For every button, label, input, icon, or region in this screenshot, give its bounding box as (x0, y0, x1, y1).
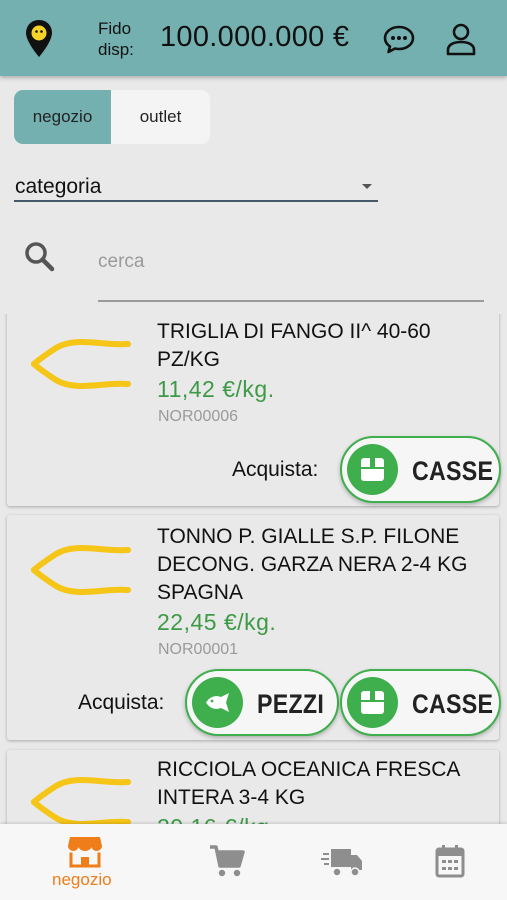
nav-item-cart[interactable] (200, 824, 260, 900)
fish-icon (31, 777, 131, 824)
chat-icon[interactable] (382, 22, 416, 56)
shop-tabs: negozio outlet (14, 90, 210, 144)
chevron-down-icon (362, 184, 372, 189)
credit-amount: 100.000.000 € (160, 21, 350, 53)
box-icon-circle (347, 677, 398, 728)
product-code: NOR00001 (158, 641, 239, 658)
product-card: TRIGLIA DI FANGO II^ 40-60 PZ/KG 11,42 €… (7, 314, 501, 506)
fish-icon (31, 545, 131, 595)
nav-item-delivery[interactable] (315, 824, 375, 900)
search-input[interactable] (98, 244, 484, 280)
product-card: TONNO P. GIALLE S.P. FILONE DECONG. GARZ… (7, 515, 501, 740)
delivery-truck-icon (321, 849, 362, 877)
product-card: RICCIOLA OCEANICA FRESCA INTERA 3-4 KG 2… (7, 750, 499, 824)
nav-item-negozio[interactable]: negozio (40, 824, 130, 900)
search-field (98, 244, 484, 302)
credit-label: Fido disp: (98, 18, 134, 60)
location-pin-logo-icon (26, 20, 52, 57)
calendar-icon (435, 845, 465, 878)
credit-label-line2: disp: (98, 40, 134, 59)
category-select[interactable]: categoria (14, 172, 378, 202)
buy-casse-label: CASSE (412, 456, 494, 486)
buy-label: Acquista: (232, 458, 319, 481)
product-price: 20,16 €/kg. (157, 814, 276, 824)
box-icon (361, 691, 384, 714)
nav-item-calendar[interactable] (425, 824, 485, 900)
buy-label: Acquista: (78, 691, 165, 714)
buy-pezzi-button[interactable]: PEZZI (185, 669, 339, 736)
credit-label-line1: Fido (98, 19, 132, 38)
user-icon[interactable] (444, 22, 478, 56)
fish-icon (206, 693, 229, 712)
product-code: NOR00006 (158, 408, 239, 425)
product-name: RICCIOLA OCEANICA FRESCA INTERA 3-4 KG (157, 758, 460, 809)
box-icon (361, 458, 384, 481)
product-name: TRIGLIA DI FANGO II^ 40-60 PZ/KG (157, 320, 431, 371)
product-price: 22,45 €/kg. (157, 609, 277, 635)
buy-casse-label: CASSE (412, 689, 494, 719)
cart-icon (210, 845, 245, 877)
search-icon[interactable] (23, 240, 55, 272)
fish-icon-circle (192, 677, 243, 728)
nav-label-negozio: negozio (52, 870, 112, 889)
product-list: TRIGLIA DI FANGO II^ 40-60 PZ/KG 11,42 €… (0, 314, 507, 824)
buy-casse-button[interactable]: CASSE (340, 436, 501, 503)
fish-icon (31, 339, 131, 389)
store-icon (68, 837, 102, 868)
tab-negozio[interactable]: negozio (14, 90, 111, 144)
app-header: Fido disp: 100.000.000 € (0, 0, 507, 76)
box-icon-circle (347, 444, 398, 495)
product-price: 11,42 €/kg. (157, 376, 275, 402)
category-select-label: categoria (15, 175, 102, 198)
tab-outlet[interactable]: outlet (111, 90, 210, 144)
buy-pezzi-label: PEZZI (257, 689, 325, 719)
product-name: TONNO P. GIALLE S.P. FILONE DECONG. GARZ… (157, 525, 468, 604)
buy-casse-button[interactable]: CASSE (340, 669, 501, 736)
bottom-navigation: negozio (0, 824, 507, 900)
